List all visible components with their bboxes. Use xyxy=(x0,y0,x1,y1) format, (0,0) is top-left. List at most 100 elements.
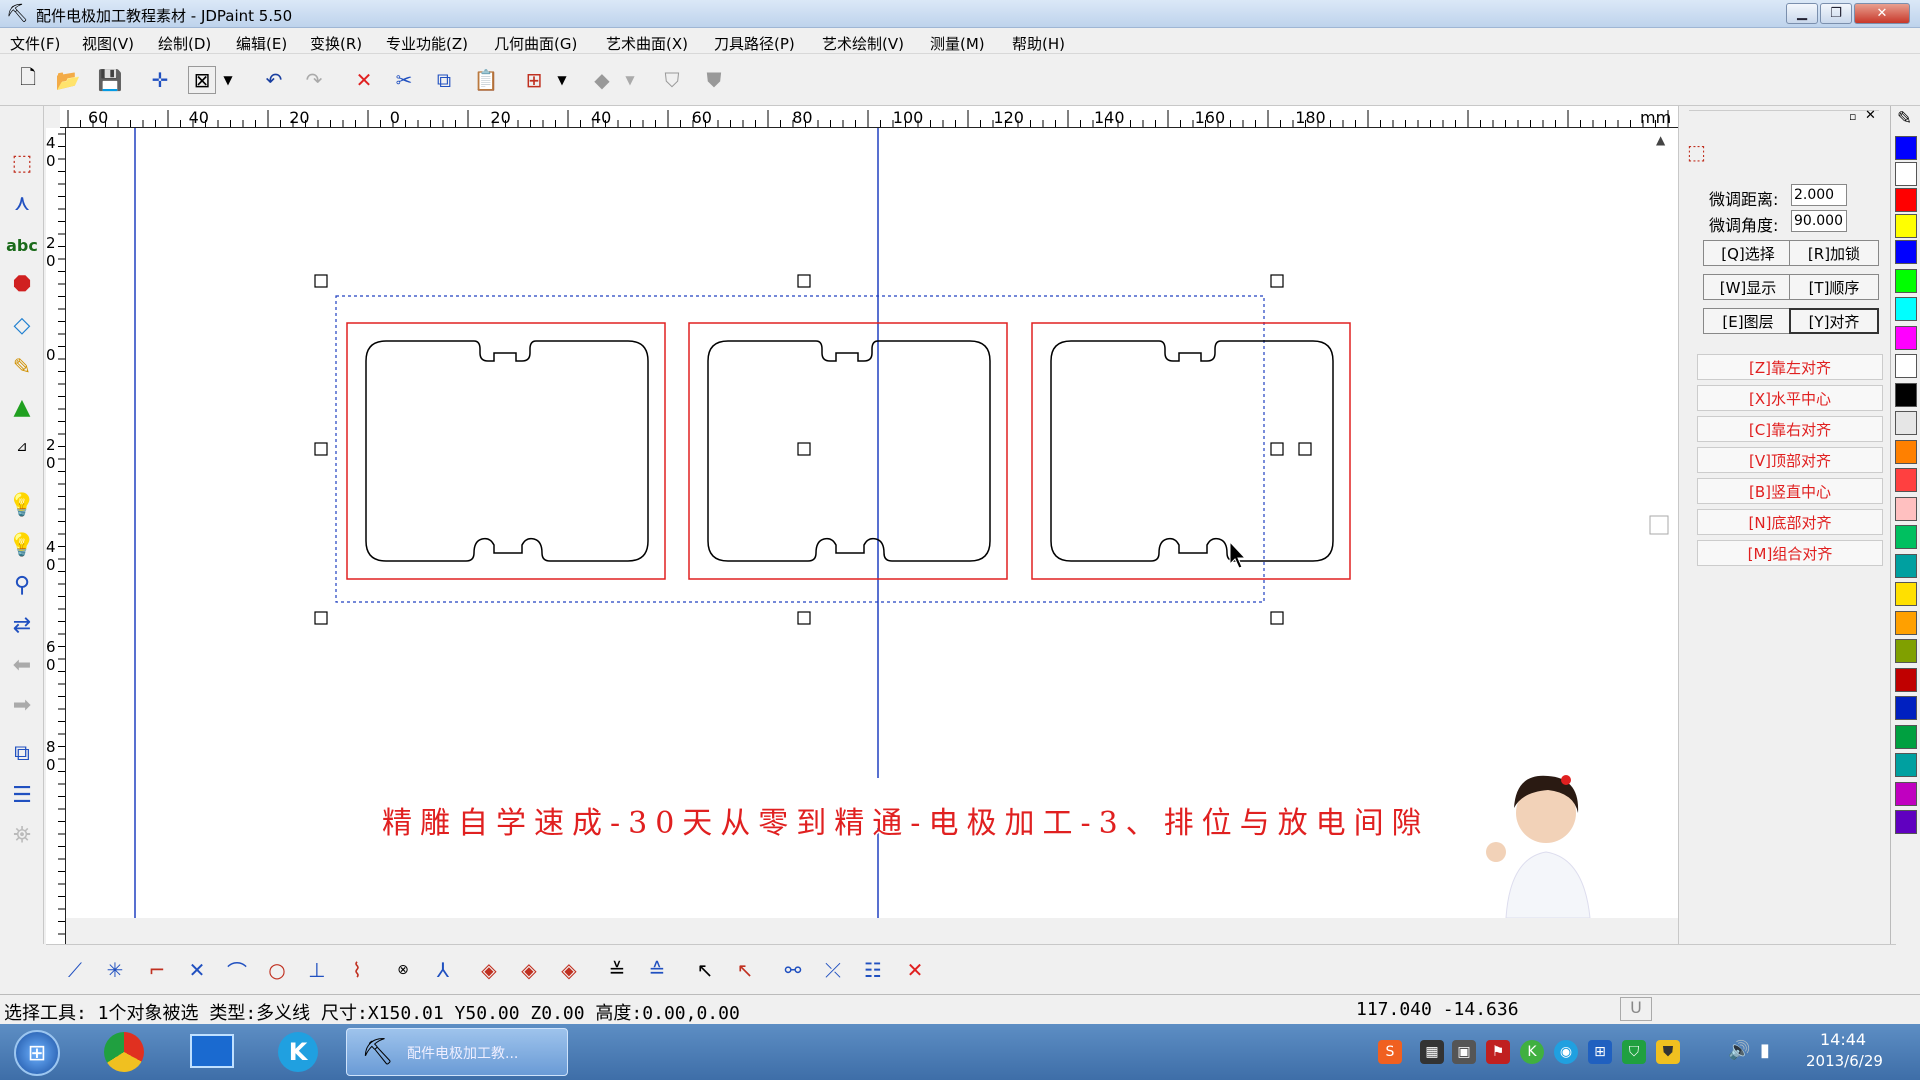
close-button[interactable]: ✕ xyxy=(1854,3,1910,24)
color-swatch[interactable] xyxy=(1895,325,1917,350)
selection-handle-tc[interactable] xyxy=(797,274,811,288)
pick-remove-icon[interactable]: ↖ xyxy=(730,955,760,985)
crosshair-icon[interactable]: ✛ xyxy=(146,66,174,94)
color-swatch[interactable] xyxy=(1895,496,1917,521)
layer-stack-icon[interactable]: ≚ xyxy=(602,955,632,985)
color-swatch[interactable] xyxy=(1895,297,1917,321)
tangent-tool-icon[interactable]: ⌇ xyxy=(342,955,372,985)
align-bottom-button[interactable]: [N]底部对齐 xyxy=(1697,509,1883,535)
color-swatch[interactable] xyxy=(1895,525,1917,549)
order-button[interactable]: [T]顺序 xyxy=(1789,274,1879,300)
jdpaint-task-button[interactable]: ⛏ 配件电极加工教... xyxy=(346,1028,568,1076)
panel-restore-icon[interactable]: ▫ xyxy=(1849,110,1856,123)
arrow-left-icon[interactable]: ⬅ xyxy=(4,648,40,682)
chevron-down-icon-3[interactable]: ▼ xyxy=(622,66,638,94)
electrode-shape-2[interactable] xyxy=(707,340,991,562)
color-swatch[interactable] xyxy=(1895,810,1917,834)
tray-camera-icon[interactable]: ▣ xyxy=(1452,1040,1476,1064)
selection-handle-mr-2[interactable] xyxy=(1298,442,1312,456)
dimension-icon[interactable]: ⊿ xyxy=(4,430,40,464)
polyline-icon[interactable]: ⋏ xyxy=(4,186,40,220)
color-swatch[interactable] xyxy=(1895,136,1917,160)
color-swatch[interactable] xyxy=(1895,468,1917,492)
node-list-icon[interactable]: ☷ xyxy=(858,955,888,985)
line-tool-icon[interactable]: ⟋ xyxy=(60,955,90,985)
tool-green-icon[interactable]: 💡 xyxy=(4,528,40,562)
pencil-edit-icon[interactable]: ✎ xyxy=(4,350,40,384)
k-app-taskbar-icon[interactable]: K xyxy=(278,1032,318,1072)
selection-handle-br[interactable] xyxy=(1270,611,1284,625)
scroll-up-arrow-icon[interactable]: ▲ xyxy=(1656,133,1666,147)
delete-node-icon[interactable]: ✕ xyxy=(900,955,930,985)
intersect-tool-icon[interactable]: ✕ xyxy=(182,955,212,985)
copy-icon[interactable]: ⧉ xyxy=(430,66,458,94)
fine-distance-input[interactable] xyxy=(1791,184,1847,206)
shield-icon[interactable]: ⛉ xyxy=(658,66,686,94)
chevron-down-icon-2[interactable]: ▼ xyxy=(554,66,570,94)
paste-icon[interactable]: 📋 xyxy=(472,66,500,94)
selection-handle-tl[interactable] xyxy=(314,274,328,288)
network-icon[interactable]: ▮ xyxy=(1760,1040,1770,1061)
pen-icon[interactable]: ✎ xyxy=(1897,108,1912,129)
chrome-taskbar-icon[interactable] xyxy=(104,1032,144,1072)
menu-pro-functions[interactable]: 专业功能(Z) xyxy=(386,33,468,54)
color-swatch[interactable] xyxy=(1895,240,1917,264)
shade-icon[interactable]: ◆ xyxy=(588,66,616,94)
grid-snap-icon[interactable]: ⊞ xyxy=(520,66,548,94)
node-diamond-1-icon[interactable]: ◈ xyxy=(474,955,504,985)
display-button[interactable]: [W]显示 xyxy=(1703,274,1793,300)
color-swatch[interactable] xyxy=(1895,610,1917,635)
point-tool-icon[interactable]: ⊗ xyxy=(388,955,418,985)
break-tool-icon[interactable]: ⅄ xyxy=(428,955,458,985)
menu-help[interactable]: 帮助(H) xyxy=(1012,33,1065,54)
canvas-scroll-thumb[interactable] xyxy=(1649,515,1669,535)
selection-handle-center[interactable] xyxy=(797,442,811,456)
color-swatch[interactable] xyxy=(1895,753,1917,777)
align-group-button[interactable]: [M]组合对齐 xyxy=(1697,540,1883,566)
lock-button[interactable]: [R]加锁 xyxy=(1789,240,1879,266)
panel-close-icon[interactable]: ✕ xyxy=(1865,108,1876,123)
octagon-icon[interactable]: ⯃ xyxy=(4,268,40,302)
mountain-icon[interactable]: ▲ xyxy=(4,390,40,424)
new-file-icon[interactable]: 🗋 xyxy=(14,65,42,94)
color-swatch[interactable] xyxy=(1895,354,1917,378)
color-swatch[interactable] xyxy=(1895,439,1917,464)
electrode-outline-1[interactable] xyxy=(346,322,666,580)
node-connect-icon[interactable]: ⤫ xyxy=(818,955,848,985)
list-icon[interactable]: ☰ xyxy=(4,778,40,812)
redo-icon[interactable]: ↷ xyxy=(300,66,328,94)
align-vertical-center-button[interactable]: [B]竖直中心 xyxy=(1697,478,1883,504)
selection-handle-bc[interactable] xyxy=(797,611,811,625)
tool-move-icon[interactable]: ⚲ xyxy=(4,568,40,602)
color-swatch[interactable] xyxy=(1895,724,1917,749)
menu-measure[interactable]: 测量(M) xyxy=(930,33,985,54)
align-button[interactable]: [Y]对齐 xyxy=(1789,308,1879,334)
node-diamond-2-icon[interactable]: ◈ xyxy=(514,955,544,985)
undo-icon[interactable]: ↶ xyxy=(260,66,288,94)
pick-add-icon[interactable]: ↖ xyxy=(690,955,720,985)
node-select-icon[interactable]: ⬚ xyxy=(1687,140,1706,164)
menu-art-draw[interactable]: 艺术绘制(V) xyxy=(822,33,904,54)
selection-handle-ml[interactable] xyxy=(314,442,328,456)
drawing-canvas[interactable]: ▲ ◀ ▶ 精雕自学速成-30天从零到精通-电极加工-3、排位与放电间隙 xyxy=(66,128,1678,918)
desktop-taskbar-icon[interactable] xyxy=(190,1034,234,1068)
restore-button[interactable]: ❐ xyxy=(1820,3,1852,24)
chevron-down-icon[interactable]: ▼ xyxy=(220,66,236,94)
mode-indicator[interactable]: U xyxy=(1620,997,1652,1021)
selection-handle-mr[interactable] xyxy=(1270,442,1284,456)
node-edit-icon[interactable]: ⬚ xyxy=(4,146,40,180)
color-swatch[interactable] xyxy=(1895,582,1917,606)
tray-chip-icon[interactable]: ▦ xyxy=(1420,1040,1444,1064)
menu-transform[interactable]: 变换(R) xyxy=(310,33,362,54)
fine-angle-input[interactable] xyxy=(1791,210,1847,232)
perpendicular-tool-icon[interactable]: ⊥ xyxy=(302,955,332,985)
trim-tool-icon[interactable]: ✳ xyxy=(100,955,130,985)
volume-icon[interactable]: 🔊 xyxy=(1728,1040,1750,1061)
menu-edit[interactable]: 编辑(E) xyxy=(236,33,287,54)
delete-icon[interactable]: ✕ xyxy=(350,66,378,94)
tray-security-icon[interactable]: ⛊ xyxy=(1656,1040,1680,1064)
menu-view[interactable]: 视图(V) xyxy=(82,33,134,54)
node-diamond-3-icon[interactable]: ◈ xyxy=(554,955,584,985)
electrode-shape-1[interactable] xyxy=(365,340,649,562)
color-swatch[interactable] xyxy=(1895,781,1917,806)
